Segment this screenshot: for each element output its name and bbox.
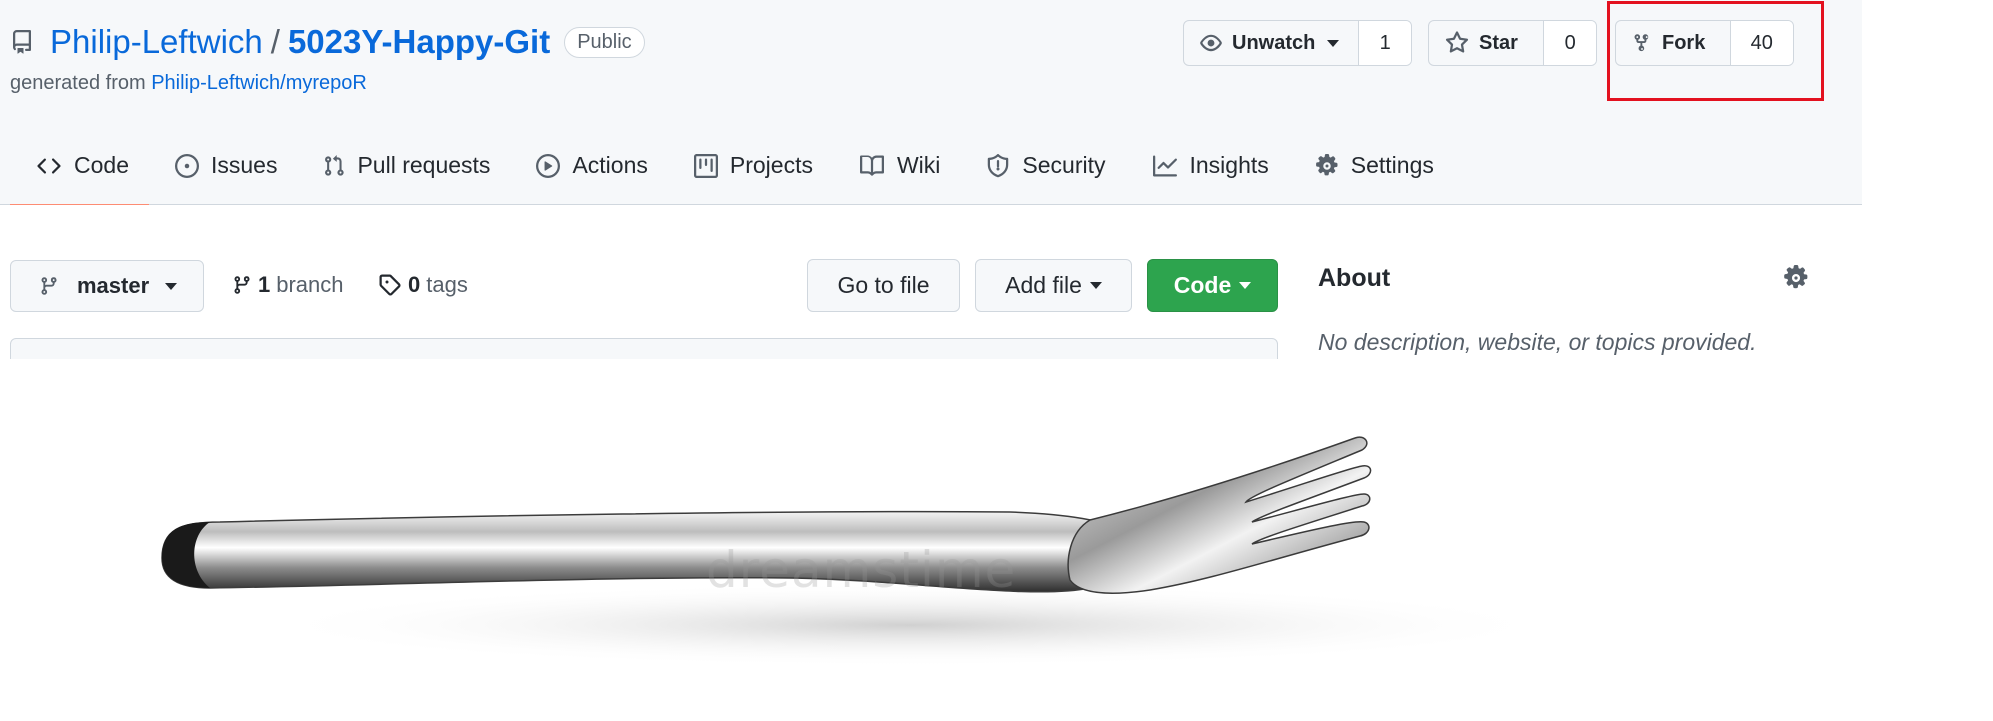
add-file-button[interactable]: Add file	[975, 259, 1132, 312]
add-file-label: Add file	[1005, 272, 1082, 298]
code-button-label: Code	[1173, 272, 1232, 298]
chevron-down-icon	[1327, 39, 1340, 47]
generated-prefix: generated from	[10, 72, 146, 94]
branch-name: master	[77, 273, 150, 298]
eye-icon	[1200, 34, 1222, 52]
stars-count[interactable]: 0	[1543, 21, 1596, 65]
tab-projects[interactable]: Projects	[668, 140, 833, 205]
file-list	[10, 338, 1278, 359]
code-download-button[interactable]: Code	[1147, 259, 1278, 312]
repo-title: Philip-Leftwich / 5023Y-Happy-Git Public	[10, 22, 645, 62]
repo-nav-tabs: Code Issues Pull requests Actions Projec…	[10, 140, 1454, 207]
template-repo-link[interactable]: Philip-Leftwich/myrepoR	[151, 72, 367, 94]
unwatch-label: Unwatch	[1232, 31, 1316, 54]
repo-name-link[interactable]: 5023Y-Happy-Git	[288, 23, 550, 61]
tab-label: Wiki	[896, 152, 941, 178]
tags-link[interactable]: 0 tags	[378, 272, 468, 298]
github-repo-screenshot: Philip-Leftwich / 5023Y-Happy-Git Public…	[0, 0, 1862, 359]
fork-head	[1067, 436, 1372, 594]
star-button-group: Star 0	[1428, 20, 1597, 66]
git-branch-icon	[234, 276, 250, 294]
tab-insights[interactable]: Insights	[1126, 140, 1289, 205]
star-button[interactable]: Star	[1429, 21, 1543, 65]
go-to-file-label: Go to file	[837, 272, 930, 298]
branch-word: branch	[276, 272, 344, 297]
tag-word: tags	[426, 272, 468, 297]
about-heading: About	[1318, 264, 1391, 292]
visibility-badge: Public	[564, 26, 645, 58]
tab-security[interactable]: Security	[960, 140, 1125, 205]
branch-selector[interactable]: master	[10, 260, 204, 312]
issue-icon	[174, 154, 199, 178]
watermark-text: dreamstime	[706, 541, 1017, 599]
pull-request-icon	[325, 155, 345, 176]
star-icon	[1445, 31, 1469, 53]
tab-label: Actions	[572, 152, 648, 178]
tab-pull-requests[interactable]: Pull requests	[297, 140, 510, 205]
git-branch-icon	[41, 277, 57, 295]
repo-owner-link[interactable]: Philip-Leftwich	[50, 23, 263, 61]
chevron-down-icon	[1239, 282, 1252, 289]
go-to-file-button[interactable]: Go to file	[807, 259, 960, 312]
chevron-down-icon	[1089, 282, 1102, 289]
tab-label: Settings	[1350, 152, 1434, 178]
unwatch-button[interactable]: Unwatch	[1184, 21, 1358, 65]
branch-count: 1	[258, 272, 271, 297]
tab-label: Issues	[210, 152, 278, 178]
repo-header: Philip-Leftwich / 5023Y-Happy-Git Public…	[0, 0, 1862, 207]
watch-button-group: Unwatch 1	[1183, 20, 1412, 66]
gear-icon[interactable]	[1783, 265, 1809, 291]
tab-label: Pull requests	[357, 152, 491, 178]
code-icon	[37, 158, 61, 174]
project-icon	[693, 154, 718, 178]
tab-code[interactable]: Code	[10, 140, 149, 207]
watchers-count[interactable]: 1	[1358, 21, 1411, 65]
play-icon	[536, 154, 561, 178]
star-label: Star	[1479, 31, 1518, 54]
tab-label: Projects	[729, 152, 813, 178]
template-source: generated from Philip-Leftwich/myrepoR	[10, 72, 367, 95]
tab-wiki[interactable]: Wiki	[833, 140, 960, 205]
tab-label: Security	[1022, 152, 1106, 178]
tab-settings[interactable]: Settings	[1289, 140, 1454, 205]
tab-label: Code	[74, 152, 129, 178]
tag-count: 0	[408, 272, 421, 297]
tag-icon	[379, 274, 401, 296]
book-icon	[859, 155, 884, 176]
tab-actions[interactable]: Actions	[510, 140, 667, 205]
repo-icon	[12, 30, 31, 54]
fork-highlight-box	[1607, 1, 1824, 101]
chevron-down-icon	[165, 282, 178, 290]
branches-link[interactable]: 1 branch	[232, 272, 344, 298]
about-description: No description, website, or topics provi…	[1318, 329, 1757, 355]
gear-icon	[1315, 154, 1338, 176]
path-separator: /	[270, 23, 280, 60]
tab-issues[interactable]: Issues	[149, 140, 297, 205]
tab-label: Insights	[1189, 152, 1269, 178]
shield-icon	[988, 154, 1009, 178]
graph-icon	[1152, 155, 1177, 177]
